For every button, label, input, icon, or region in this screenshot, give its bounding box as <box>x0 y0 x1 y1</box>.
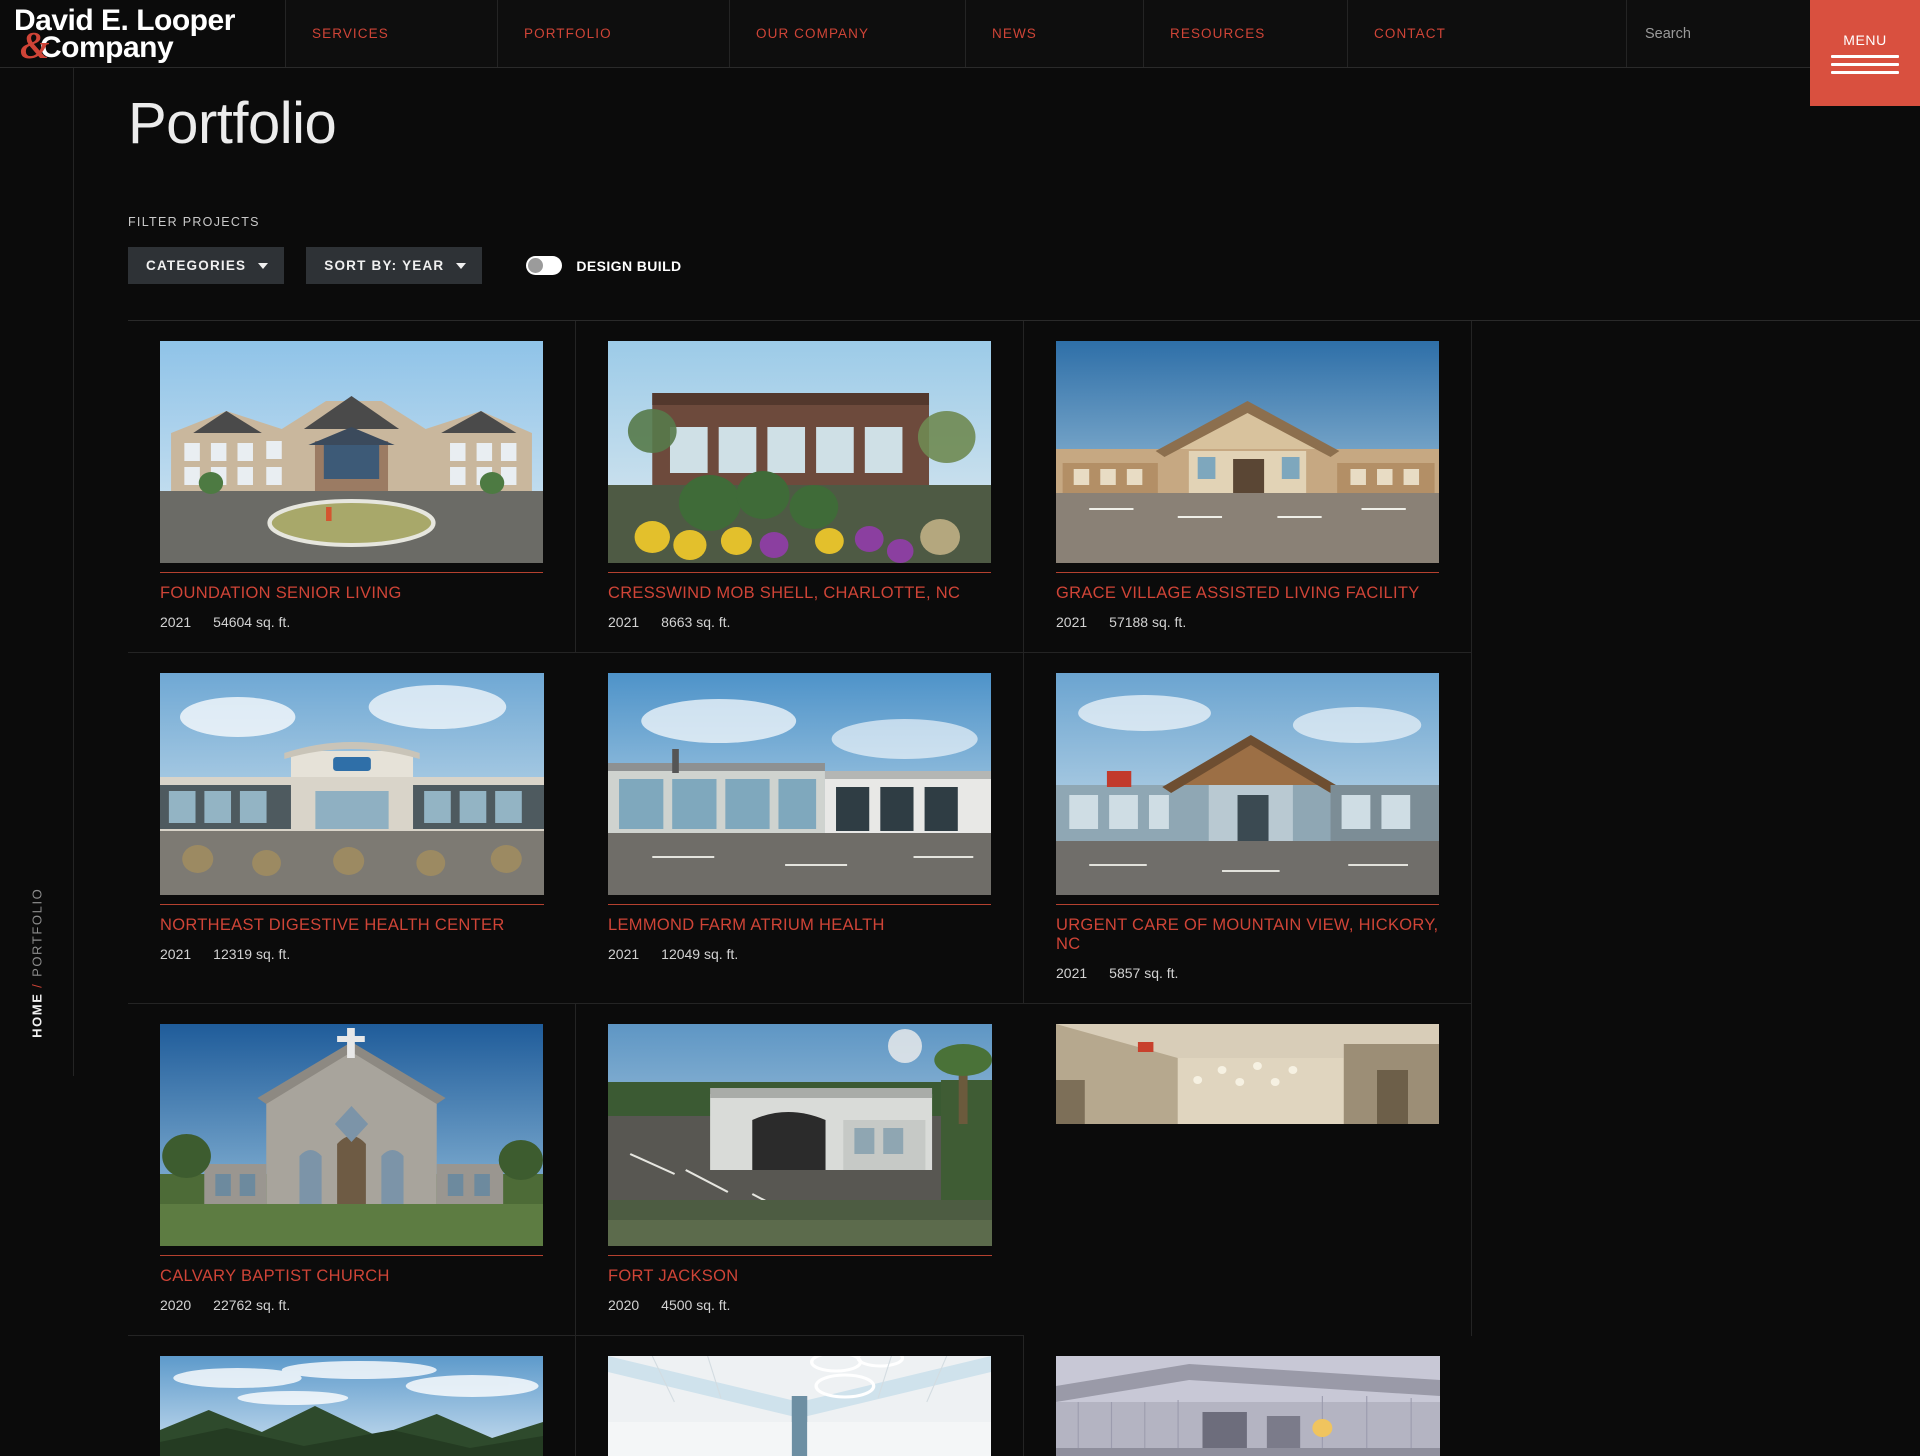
chevron-down-icon <box>258 262 269 269</box>
project-card[interactable] <box>128 1336 576 1456</box>
project-thumbnail <box>608 673 991 895</box>
nav-item-news[interactable]: NEWS <box>965 0 1143 67</box>
left-rail: HOME / PORTFOLIO <box>0 68 74 1076</box>
project-year: 2021 <box>160 946 192 962</box>
project-area: 54604 sq. ft. <box>213 614 291 630</box>
breadcrumb-home[interactable]: HOME <box>29 993 44 1038</box>
project-year: 2021 <box>160 614 192 630</box>
project-thumbnail <box>1056 341 1439 563</box>
hamburger-icon <box>1831 55 1899 74</box>
project-meta: 2021 8663 sq. ft. <box>608 614 991 630</box>
page-title: Portfolio <box>128 91 337 156</box>
nav-item-portfolio[interactable]: PORTFOLIO <box>497 0 729 67</box>
card-rule <box>608 904 991 905</box>
card-rule <box>160 572 543 573</box>
project-card[interactable]: CALVARY BAPTIST CHURCH 2020 22762 sq. ft… <box>128 1004 576 1336</box>
project-thumbnail <box>1056 673 1439 895</box>
project-title: URGENT CARE OF MOUNTAIN VIEW, HICKORY, N… <box>1056 916 1439 953</box>
project-area: 57188 sq. ft. <box>1109 614 1187 630</box>
project-thumbnail <box>1056 1024 1439 1124</box>
categories-dropdown-label: CATEGORIES <box>146 258 247 273</box>
project-year: 2020 <box>608 1297 640 1313</box>
project-title: FORT JACKSON <box>608 1267 739 1285</box>
project-grid: FOUNDATION SENIOR LIVING 2021 54604 sq. … <box>74 321 1866 1456</box>
project-card[interactable]: GRACE VILLAGE ASSISTED LIVING FACILITY 2… <box>1024 321 1472 653</box>
breadcrumb-current: PORTFOLIO <box>29 888 44 978</box>
project-card[interactable]: FORT JACKSON 2020 4500 sq. ft. <box>576 1004 1024 1336</box>
project-meta: 2021 57188 sq. ft. <box>1056 614 1439 630</box>
nav-item-contact[interactable]: CONTACT <box>1347 0 1553 67</box>
project-title: CALVARY BAPTIST CHURCH <box>160 1267 390 1285</box>
project-thumbnail <box>608 1024 992 1246</box>
project-card[interactable]: NORTHEAST DIGESTIVE HEALTH CENTER 2021 1… <box>128 653 576 1004</box>
menu-button[interactable]: MENU <box>1810 0 1920 106</box>
main-content: Portfolio FILTER PROJECTS CATEGORIES SOR… <box>74 68 1920 1456</box>
chevron-down-icon <box>456 262 467 269</box>
project-meta: 2021 5857 sq. ft. <box>1056 965 1439 981</box>
card-rule <box>608 1255 992 1256</box>
project-area: 22762 sq. ft. <box>213 1297 291 1313</box>
project-area: 12049 sq. ft. <box>661 946 739 962</box>
design-build-label: DESIGN BUILD <box>576 257 682 274</box>
project-thumbnail <box>160 1024 543 1246</box>
card-rule <box>1056 904 1439 905</box>
project-title: GRACE VILLAGE ASSISTED LIVING FACILITY <box>1056 584 1420 602</box>
project-card[interactable] <box>576 1336 1024 1456</box>
logo-ampersand: & <box>20 24 50 67</box>
project-title: CRESSWIND MOB SHELL, CHARLOTTE, NC <box>608 584 961 602</box>
sort-dropdown-label: SORT BY: YEAR <box>324 258 445 273</box>
project-thumbnail <box>608 1356 991 1456</box>
project-year: 2021 <box>608 614 640 630</box>
card-rule <box>160 904 544 905</box>
logo-text: David E. Looper Company & <box>14 5 235 65</box>
project-card[interactable]: URGENT CARE OF MOUNTAIN VIEW, HICKORY, N… <box>1024 653 1472 1004</box>
design-build-filter: DESIGN BUILD <box>526 256 681 275</box>
card-rule <box>608 572 991 573</box>
card-rule <box>160 1255 543 1256</box>
project-meta: 2020 22762 sq. ft. <box>160 1297 543 1313</box>
design-build-toggle[interactable] <box>526 256 563 275</box>
project-meta: 2021 12319 sq. ft. <box>160 946 544 962</box>
project-card[interactable]: CRESSWIND MOB SHELL, CHARLOTTE, NC 2021 … <box>576 321 1024 653</box>
project-thumbnail <box>1056 1356 1440 1456</box>
project-area: 4500 sq. ft. <box>661 1297 731 1313</box>
project-year: 2021 <box>1056 614 1088 630</box>
project-meta: 2020 4500 sq. ft. <box>608 1297 992 1313</box>
project-year: 2021 <box>1056 965 1088 981</box>
project-card[interactable]: LEMMOND FARM ATRIUM HEALTH 2021 12049 sq… <box>576 653 1024 1004</box>
project-meta: 2021 54604 sq. ft. <box>160 614 543 630</box>
project-card[interactable] <box>1024 1336 1472 1456</box>
project-title: LEMMOND FARM ATRIUM HEALTH <box>608 916 885 934</box>
project-card[interactable]: FOUNDATION SENIOR LIVING 2021 54604 sq. … <box>128 321 576 653</box>
project-title: FOUNDATION SENIOR LIVING <box>160 584 402 602</box>
project-area: 12319 sq. ft. <box>213 946 291 962</box>
site-logo[interactable]: David E. Looper Company & <box>0 0 285 67</box>
scroll-indicator[interactable] <box>888 1029 922 1063</box>
project-card[interactable] <box>1024 1004 1472 1336</box>
project-year: 2021 <box>608 946 640 962</box>
project-thumbnail <box>160 1356 543 1456</box>
nav-item-services[interactable]: SERVICES <box>285 0 497 67</box>
search-input[interactable] <box>1645 25 1824 42</box>
project-thumbnail <box>160 341 543 563</box>
filter-controls: CATEGORIES SORT BY: YEAR DESIGN BUILD <box>74 229 1920 284</box>
project-area: 5857 sq. ft. <box>1109 965 1179 981</box>
breadcrumb-separator: / <box>29 982 44 988</box>
breadcrumb: HOME / PORTFOLIO <box>29 888 44 1038</box>
categories-dropdown[interactable]: CATEGORIES <box>128 247 285 284</box>
project-area: 8663 sq. ft. <box>661 614 731 630</box>
project-thumbnail <box>160 673 544 895</box>
site-header: David E. Looper Company & SERVICES PORTF… <box>0 0 1920 68</box>
project-year: 2020 <box>160 1297 192 1313</box>
project-meta: 2021 12049 sq. ft. <box>608 946 991 962</box>
project-title: NORTHEAST DIGESTIVE HEALTH CENTER <box>160 916 505 934</box>
project-thumbnail <box>608 341 991 563</box>
primary-nav: SERVICES PORTFOLIO OUR COMPANY NEWS RESO… <box>285 0 1626 67</box>
nav-item-our-company[interactable]: OUR COMPANY <box>729 0 965 67</box>
sort-dropdown[interactable]: SORT BY: YEAR <box>306 247 483 284</box>
card-rule <box>1056 572 1439 573</box>
nav-item-resources[interactable]: RESOURCES <box>1143 0 1347 67</box>
menu-button-label: MENU <box>1843 32 1887 48</box>
filter-section-label: FILTER PROJECTS <box>128 215 260 229</box>
